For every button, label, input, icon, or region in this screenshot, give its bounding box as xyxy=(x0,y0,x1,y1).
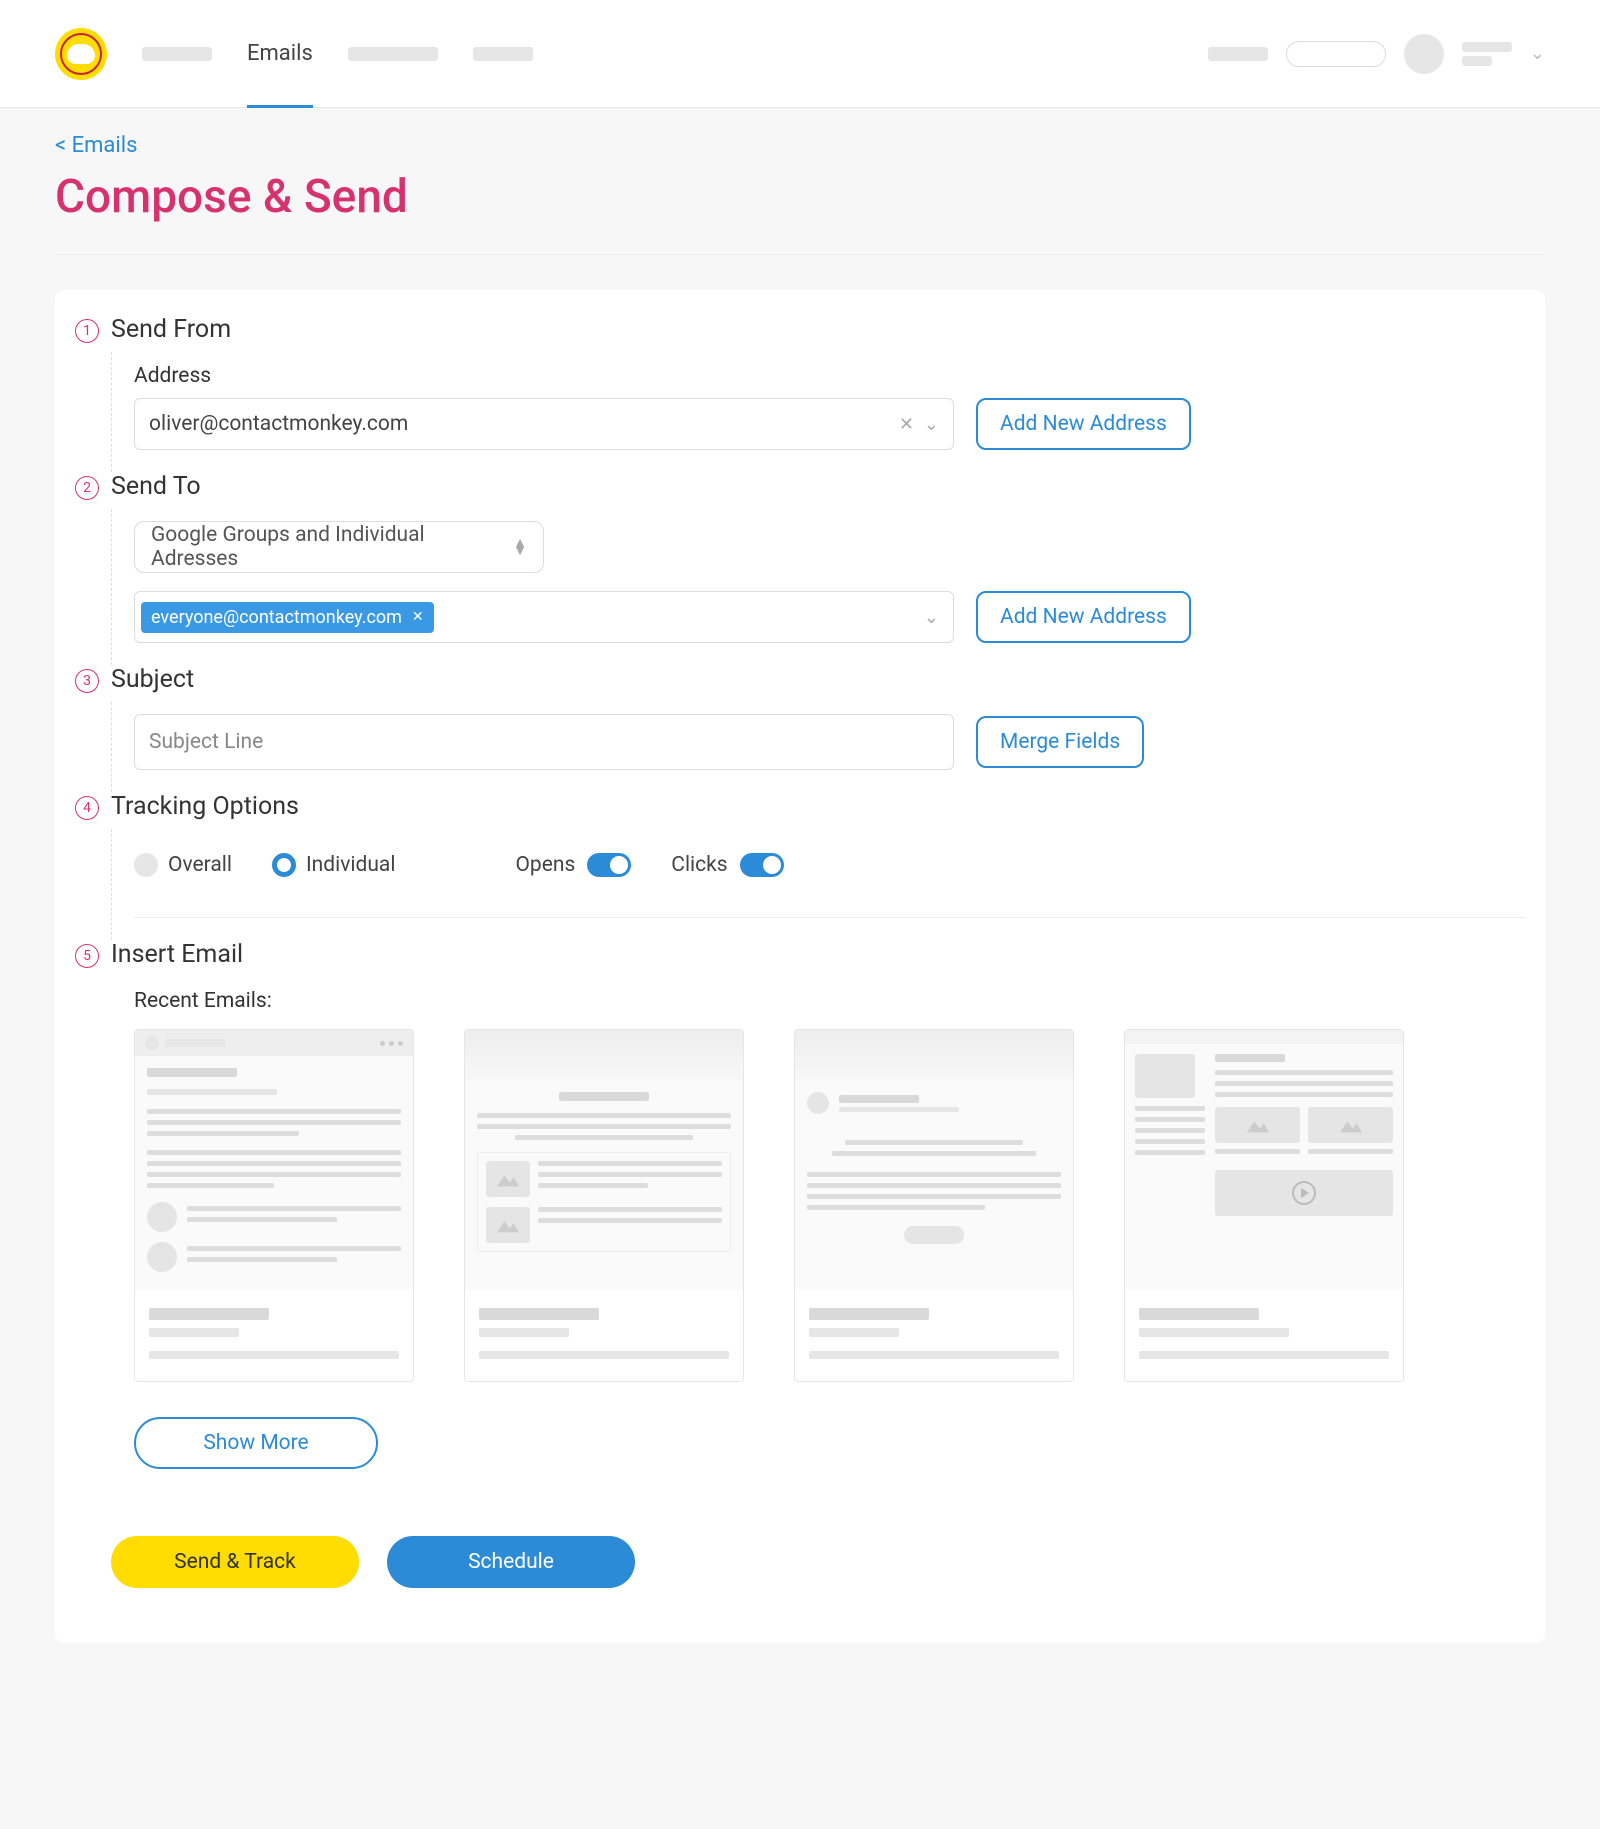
step-title-tracking: Tracking Options xyxy=(111,792,299,821)
step-number: 2 xyxy=(75,476,99,500)
template-meta xyxy=(135,1290,413,1381)
toggle-label: Opens xyxy=(515,853,575,877)
divider xyxy=(55,254,1545,255)
chevron-down-icon[interactable]: ⌄ xyxy=(924,414,939,435)
step-number: 1 xyxy=(75,319,99,343)
show-more-button[interactable]: Show More xyxy=(134,1417,378,1469)
divider xyxy=(134,917,1525,918)
sort-icon: ▲▼ xyxy=(513,539,527,556)
add-new-address-button[interactable]: Add New Address xyxy=(976,591,1191,643)
chip-label: everyone@contactmonkey.com xyxy=(151,607,402,628)
nav-emails[interactable]: Emails xyxy=(247,0,313,108)
step-title-subject: Subject xyxy=(111,665,194,694)
header-right: ⌄ xyxy=(1208,34,1545,74)
clicks-toggle[interactable] xyxy=(740,853,784,877)
radio-label: Overall xyxy=(168,853,232,877)
template-preview xyxy=(135,1030,413,1290)
avatar[interactable] xyxy=(1404,34,1444,74)
email-template-card[interactable] xyxy=(464,1029,744,1382)
step-number: 3 xyxy=(75,669,99,693)
user-menu[interactable] xyxy=(1462,42,1512,66)
chevron-down-icon[interactable]: ⌄ xyxy=(924,607,939,628)
email-template-card[interactable] xyxy=(794,1029,1074,1382)
step-title-insert: Insert Email xyxy=(111,940,243,969)
radio-icon xyxy=(134,853,158,877)
nav-skeleton xyxy=(142,47,212,61)
tracking-overall-radio[interactable]: Overall xyxy=(134,853,232,877)
schedule-button[interactable]: Schedule xyxy=(387,1536,635,1588)
add-new-address-button[interactable]: Add New Address xyxy=(976,398,1191,450)
top-nav: Emails xyxy=(142,0,533,108)
send-to-recipients-select[interactable]: everyone@contactmonkey.com ✕ ⌄ xyxy=(134,591,954,643)
email-template-card[interactable] xyxy=(134,1029,414,1382)
template-preview xyxy=(795,1030,1073,1290)
play-icon xyxy=(1292,1181,1316,1205)
send-track-button[interactable]: Send & Track xyxy=(111,1536,359,1588)
opens-toggle[interactable] xyxy=(587,853,631,877)
breadcrumb-back[interactable]: < Emails xyxy=(55,133,137,158)
send-from-value: oliver@contactmonkey.com xyxy=(149,412,408,436)
toggle-label: Clicks xyxy=(671,853,727,877)
template-meta xyxy=(1125,1290,1403,1381)
step-number: 4 xyxy=(75,796,99,820)
recipient-chip: everyone@contactmonkey.com ✕ xyxy=(141,602,434,633)
template-preview xyxy=(1125,1030,1403,1290)
step-title-send-from: Send From xyxy=(111,315,231,344)
merge-fields-button[interactable]: Merge Fields xyxy=(976,716,1144,768)
logo xyxy=(55,28,107,80)
app-header: Emails ⌄ xyxy=(0,0,1600,108)
step-number: 5 xyxy=(75,944,99,968)
send-to-mode-value: Google Groups and Individual Adresses xyxy=(151,523,513,571)
header-pill[interactable] xyxy=(1286,41,1386,67)
template-meta xyxy=(465,1290,743,1381)
email-template-card[interactable] xyxy=(1124,1029,1404,1382)
address-label: Address xyxy=(134,364,1525,388)
template-preview xyxy=(465,1030,743,1290)
nav-skeleton xyxy=(348,47,438,61)
chip-remove-icon[interactable]: ✕ xyxy=(412,609,424,625)
step-title-send-to: Send To xyxy=(111,472,201,501)
header-skeleton xyxy=(1208,47,1268,61)
recent-emails-label: Recent Emails: xyxy=(134,989,1525,1013)
clear-icon[interactable]: ✕ xyxy=(899,414,914,435)
send-to-mode-select[interactable]: Google Groups and Individual Adresses ▲▼ xyxy=(134,521,544,573)
template-meta xyxy=(795,1290,1073,1381)
tracking-individual-radio[interactable]: Individual xyxy=(272,853,396,877)
subject-input[interactable] xyxy=(134,714,954,770)
radio-icon xyxy=(272,853,296,877)
nav-skeleton xyxy=(473,47,533,61)
radio-label: Individual xyxy=(306,853,396,877)
chevron-down-icon[interactable]: ⌄ xyxy=(1530,43,1545,64)
send-from-address-select[interactable]: oliver@contactmonkey.com ✕ ⌄ xyxy=(134,398,954,450)
page-title: Compose & Send xyxy=(55,170,1545,224)
compose-card: 1 Send From Address oliver@contactmonkey… xyxy=(55,290,1545,1643)
